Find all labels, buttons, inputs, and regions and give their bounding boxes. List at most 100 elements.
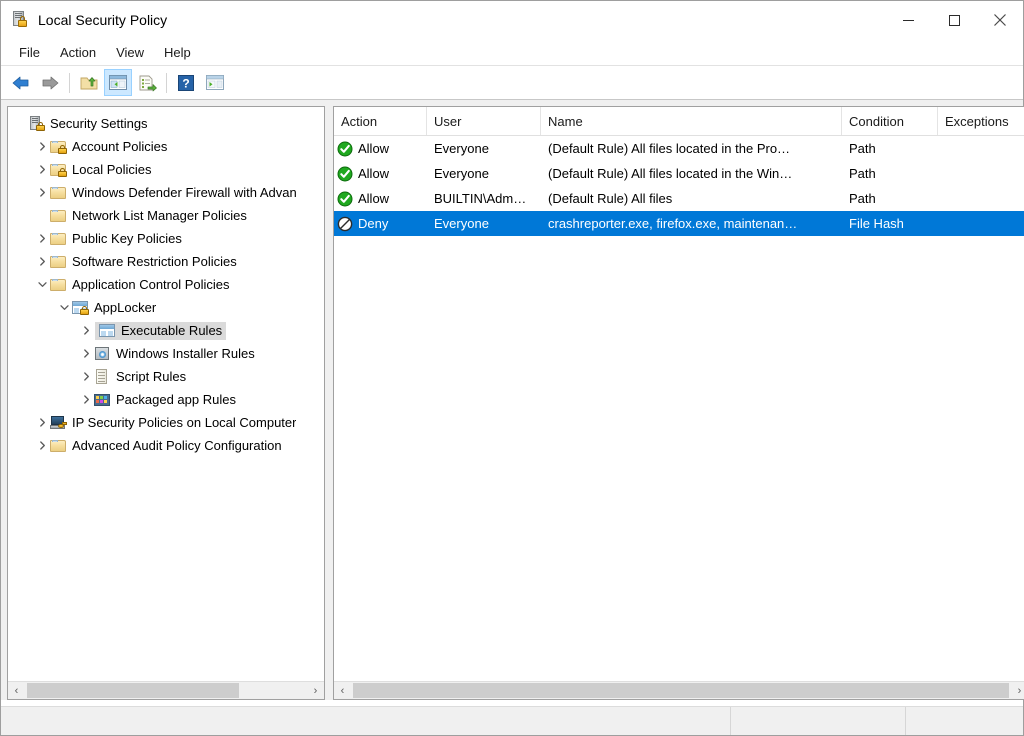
tree-item-security-settings[interactable]: Security Settings [8,112,324,135]
console-tree-pane: Security Settings Account Policies Local P… [7,106,325,700]
menu-bar: File Action View Help [1,39,1023,66]
tree-item-label: Network List Manager Policies [72,208,247,223]
tree-scroll-track[interactable] [25,682,307,699]
tree-item-script-rules[interactable]: Script Rules [8,365,324,388]
tree-scroll-thumb[interactable] [27,683,239,698]
minimize-button[interactable] [885,1,931,39]
executable-rules-icon [99,323,116,338]
back-button[interactable] [7,69,35,96]
tree-item-account-policies[interactable]: Account Policies [8,135,324,158]
chevron-right-icon[interactable] [78,395,94,404]
tree-item-content: Script Rules [94,369,186,384]
tree-scroll-left-button[interactable]: ‹ [8,682,25,699]
tree-item-label: Account Policies [72,139,168,154]
cell-action-label: Allow [358,191,390,206]
show-hide-console-tree-button[interactable] [104,69,132,96]
list-scroll-track[interactable] [351,682,1011,699]
cell-condition: Path [849,191,876,206]
chevron-down-icon[interactable] [56,303,72,312]
tree-item-executable-rules[interactable]: Executable Rules [8,319,324,342]
tree-item-windows-installer-rules[interactable]: Windows Installer Rules [8,342,324,365]
column-header-name[interactable]: Name [541,107,842,135]
maximize-button[interactable] [931,1,977,39]
tree-item-label: IP Security Policies on Local Computer [72,415,297,430]
tree-item-applocker[interactable]: AppLocker [8,296,324,319]
status-segment-1 [1,707,731,735]
chevron-right-icon[interactable] [78,326,94,335]
chevron-right-icon[interactable] [34,165,50,174]
tree-item-ip-security-policies-on-local-computer[interactable]: IP Security Policies on Local Computer [8,411,324,434]
close-button[interactable] [977,1,1023,39]
menu-help[interactable]: Help [154,42,201,63]
tree-item-label: Packaged app Rules [116,392,236,407]
tree-item-network-list-manager-policies[interactable]: Network List Manager Policies [8,204,324,227]
forward-button[interactable] [36,69,64,96]
tree-item-public-key-policies[interactable]: Public Key Policies [8,227,324,250]
list-column-headers: Action User Name Condition Exceptions [334,107,1024,136]
table-row[interactable]: Allow Everyone (Default Rule) All files lo… [334,136,1024,161]
tree-horizontal-scrollbar[interactable]: ‹ › [8,681,324,699]
menu-file[interactable]: File [9,42,50,63]
security-policy-icon [11,11,29,29]
window-title: Local Security Policy [38,12,168,28]
cell-name: (Default Rule) All files [548,191,673,206]
cell-name: (Default Rule) All files located in the … [548,141,791,156]
toolbar-separator-2 [166,72,167,93]
folder-icon [50,254,67,269]
list-horizontal-scrollbar[interactable]: ‹ › [334,681,1024,699]
packaged-app-rules-icon [94,392,111,407]
show-action-pane-button[interactable] [201,69,229,96]
tree-item-content: Windows Defender Firewall with Advan [50,185,297,200]
column-header-exceptions[interactable]: Exceptions [938,107,1024,135]
tree-item-label: Executable Rules [121,322,223,338]
tree-item-software-restriction-policies[interactable]: Software Restriction Policies [8,250,324,273]
chevron-right-icon[interactable] [34,418,50,427]
cell-condition: File Hash [849,216,904,231]
installer-rules-icon [94,346,111,361]
column-header-action[interactable]: Action [334,107,427,135]
chevron-down-icon[interactable] [34,280,50,289]
menu-action[interactable]: Action [50,42,106,63]
chevron-right-icon[interactable] [34,188,50,197]
tree-item-packaged-app-rules[interactable]: Packaged app Rules [8,388,324,411]
applocker-icon [72,300,89,315]
chevron-right-icon[interactable] [34,142,50,151]
status-segment-3 [906,707,1023,735]
table-row[interactable]: Allow BUILTIN\Adm… (Default Rule) All file… [334,186,1024,211]
chevron-right-icon[interactable] [78,349,94,358]
title-bar: Local Security Policy [1,1,1023,39]
console-tree-icon [109,75,127,90]
tree-item-windows-defender-firewall-with-advan[interactable]: Windows Defender Firewall with Advan [8,181,324,204]
column-header-condition[interactable]: Condition [842,107,938,135]
list-scroll-right-button[interactable]: › [1011,682,1024,699]
table-row[interactable]: Allow Everyone (Default Rule) All files lo… [334,161,1024,186]
console-tree-body: Security Settings Account Policies Local P… [8,107,324,681]
tree-scroll-right-button[interactable]: › [307,682,324,699]
tree-item-advanced-audit-policy-configuration[interactable]: Advanced Audit Policy Configuration [8,434,324,457]
tree-item-local-policies[interactable]: Local Policies [8,158,324,181]
tree-item-label: Windows Defender Firewall with Advan [72,185,297,200]
tree-item-label: Advanced Audit Policy Configuration [72,438,282,453]
help-button[interactable]: ? [172,69,200,96]
cell-action: Allow [334,141,427,157]
list-scroll-thumb[interactable] [353,683,1009,698]
column-header-user[interactable]: User [427,107,541,135]
chevron-right-icon[interactable] [34,234,50,243]
allow-check-icon [337,166,353,182]
menu-view[interactable]: View [106,42,154,63]
window-controls [885,1,1023,39]
server-lock-icon [28,116,45,131]
up-one-level-button[interactable] [75,69,103,96]
forward-arrow-icon [42,76,59,89]
help-question-icon: ? [178,74,194,91]
export-list-button[interactable] [133,69,161,96]
chevron-right-icon[interactable] [34,257,50,266]
list-scroll-left-button[interactable]: ‹ [334,682,351,699]
tree-item-label: Script Rules [116,369,187,384]
tree-item-label: Software Restriction Policies [72,254,237,269]
folder-lock-icon [50,139,67,154]
chevron-right-icon[interactable] [34,441,50,450]
chevron-right-icon[interactable] [78,372,94,381]
tree-item-application-control-policies[interactable]: Application Control Policies [8,273,324,296]
table-row[interactable]: Deny Everyone crashreporter.exe, firefox.e… [334,211,1024,236]
